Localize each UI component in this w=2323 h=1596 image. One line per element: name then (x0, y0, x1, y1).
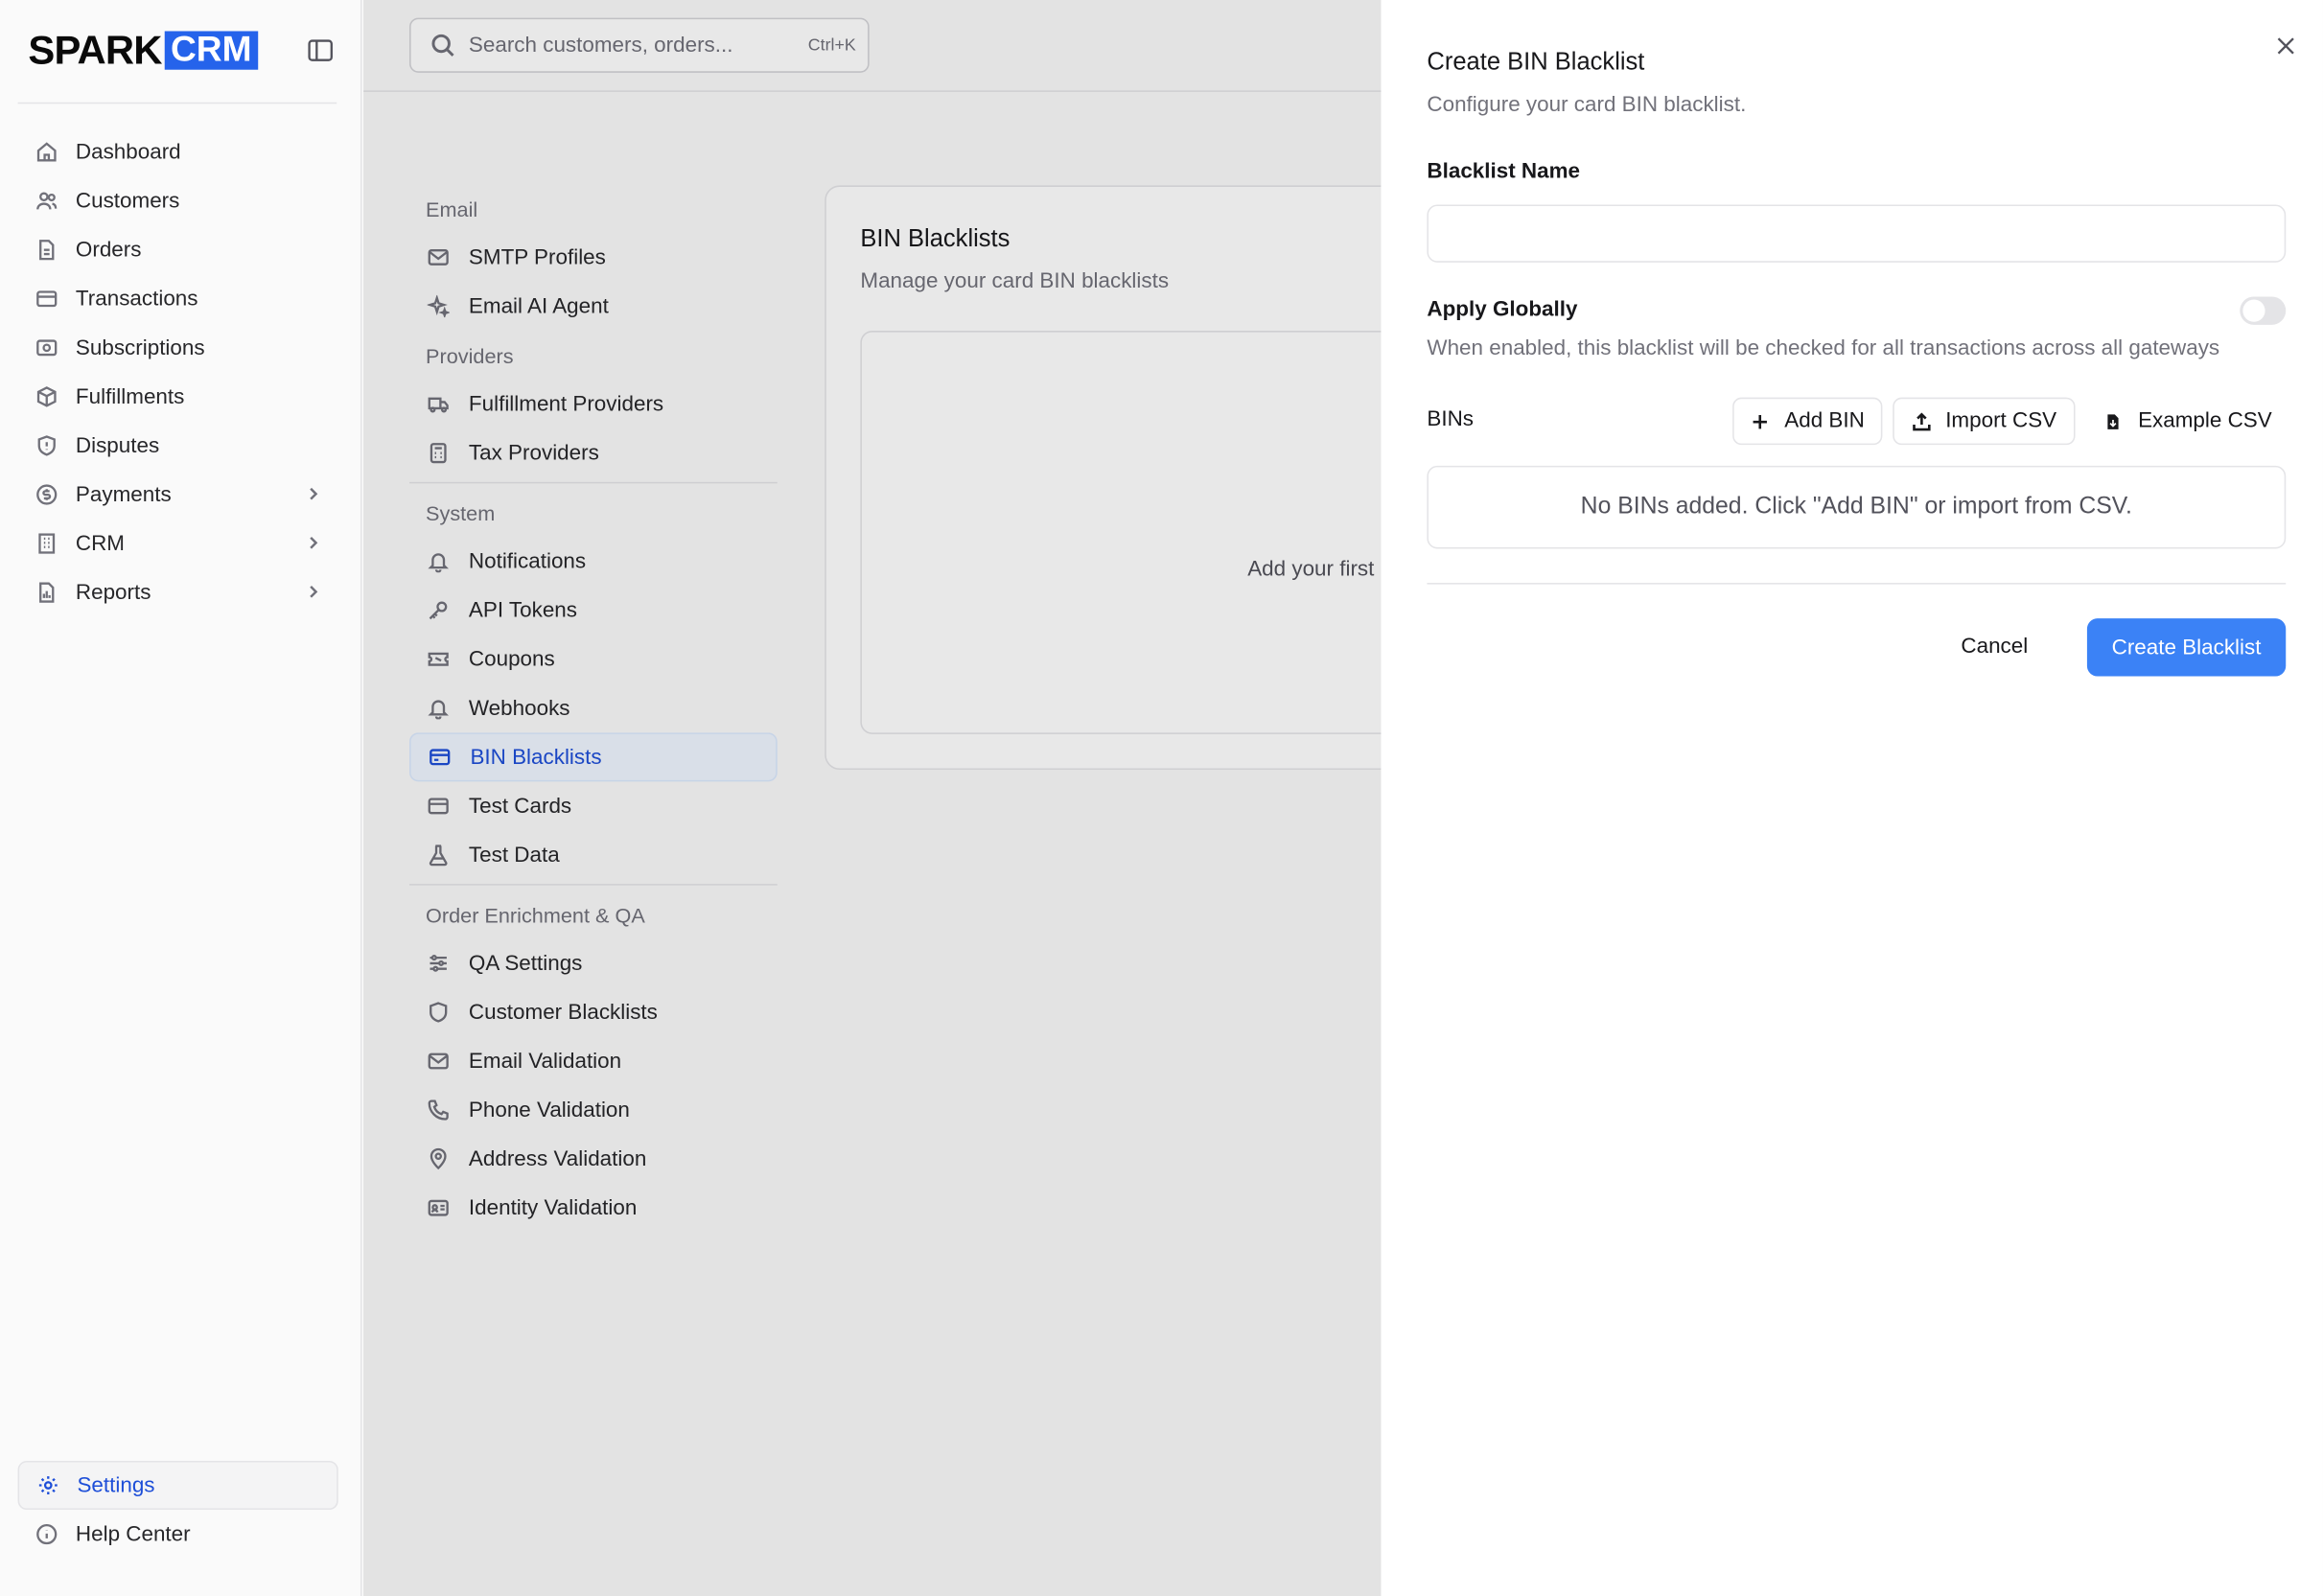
bins-label: BINs (1427, 407, 1475, 432)
import-csv-label: Import CSV (1945, 409, 2057, 433)
apply-globally-label: Apply Globally (1427, 297, 1578, 322)
blacklist-name-input[interactable] (1427, 204, 2287, 263)
sidebar-item-fulfillments[interactable]: Fulfillments (18, 372, 338, 421)
home-icon (36, 142, 57, 162)
sidebar-item-label: Fulfillments (75, 384, 185, 409)
sidebar-item-customers[interactable]: Customers (18, 176, 338, 225)
upload-icon (1912, 411, 1930, 430)
cancel-button[interactable]: Cancel (1961, 635, 2028, 659)
file-download-icon (2106, 411, 2121, 430)
credit-card-icon (36, 290, 58, 308)
info-icon (36, 1523, 58, 1545)
sidebar-item-label: Settings (77, 1473, 155, 1497)
sidebar-divider (17, 102, 337, 104)
sidebar: SPARK CRM Dashboard Customers Orders Tra… (0, 0, 362, 1596)
sidebar-item-disputes[interactable]: Disputes (18, 421, 338, 470)
bottom-nav: Settings Help Center (17, 1460, 338, 1559)
close-icon[interactable] (2275, 35, 2296, 57)
sidebar-item-dashboard[interactable]: Dashboard (18, 127, 338, 176)
sidebar-item-help-center[interactable]: Help Center (18, 1510, 338, 1559)
add-bin-button[interactable]: Add BIN (1732, 397, 1883, 446)
sidebar-item-reports[interactable]: Reports (18, 568, 338, 617)
package-icon (36, 386, 57, 407)
report-icon (39, 582, 55, 603)
blacklist-name-label: Blacklist Name (1427, 160, 1581, 184)
building-icon (38, 533, 56, 554)
shield-icon (37, 435, 56, 456)
users-icon (36, 192, 58, 210)
sidebar-item-transactions[interactable]: Transactions (18, 274, 338, 323)
main-nav: Dashboard Customers Orders Transactions … (18, 127, 338, 617)
toggle-knob (2242, 299, 2265, 322)
refresh-card-icon (36, 339, 58, 357)
sidebar-item-label: CRM (75, 531, 126, 556)
import-csv-button[interactable]: Import CSV (1893, 397, 2076, 446)
chevron-right-icon (310, 487, 318, 500)
panel-title: Create BIN Blacklist (1427, 49, 1645, 76)
sidebar-item-label: Transactions (75, 287, 198, 312)
apply-globally-hint: When enabled, this blacklist will be che… (1427, 336, 2220, 360)
logo-crm: CRM (164, 31, 258, 70)
sidebar-item-label: Payments (75, 482, 172, 507)
panel-subtitle: Configure your card BIN blacklist. (1427, 93, 1747, 118)
chevron-right-icon (310, 586, 318, 598)
sidebar-item-label: Reports (75, 580, 151, 605)
sidebar-item-label: Orders (75, 238, 142, 263)
logo[interactable]: SPARK CRM (28, 27, 258, 73)
file-icon (39, 240, 55, 261)
chevron-right-icon (310, 536, 318, 549)
footer-divider (1427, 583, 2287, 585)
sidebar-item-orders[interactable]: Orders (18, 225, 338, 274)
sidebar-toggle-icon[interactable] (306, 35, 336, 65)
sidebar-item-label: Help Center (75, 1522, 191, 1546)
sidebar-item-subscriptions[interactable]: Subscriptions (18, 323, 338, 372)
add-bin-label: Add BIN (1784, 409, 1865, 433)
create-bin-blacklist-panel: Create BIN Blacklist Configure your card… (1381, 0, 2323, 1596)
logo-spark: SPARK (28, 27, 162, 73)
apply-globally-toggle[interactable] (2240, 296, 2287, 325)
sidebar-item-label: Customers (75, 189, 180, 214)
example-csv-button[interactable]: Example CSV (2090, 397, 2287, 446)
sidebar-item-settings[interactable]: Settings (17, 1460, 338, 1511)
gear-icon (38, 1476, 58, 1494)
sidebar-item-crm[interactable]: CRM (18, 520, 338, 568)
dollar-circle-icon (36, 484, 58, 505)
bins-empty-state: No BINs added. Click "Add BIN" or import… (1427, 465, 2287, 549)
sidebar-item-payments[interactable]: Payments (18, 470, 338, 519)
create-blacklist-button[interactable]: Create Blacklist (2086, 618, 2287, 677)
plus-icon (1753, 414, 1767, 428)
sidebar-item-label: Dashboard (75, 140, 181, 164)
sidebar-item-label: Subscriptions (75, 335, 205, 360)
sidebar-item-label: Disputes (75, 433, 160, 458)
bins-empty-text: No BINs added. Click "Add BIN" or import… (1580, 494, 2132, 520)
example-csv-label: Example CSV (2138, 409, 2272, 433)
